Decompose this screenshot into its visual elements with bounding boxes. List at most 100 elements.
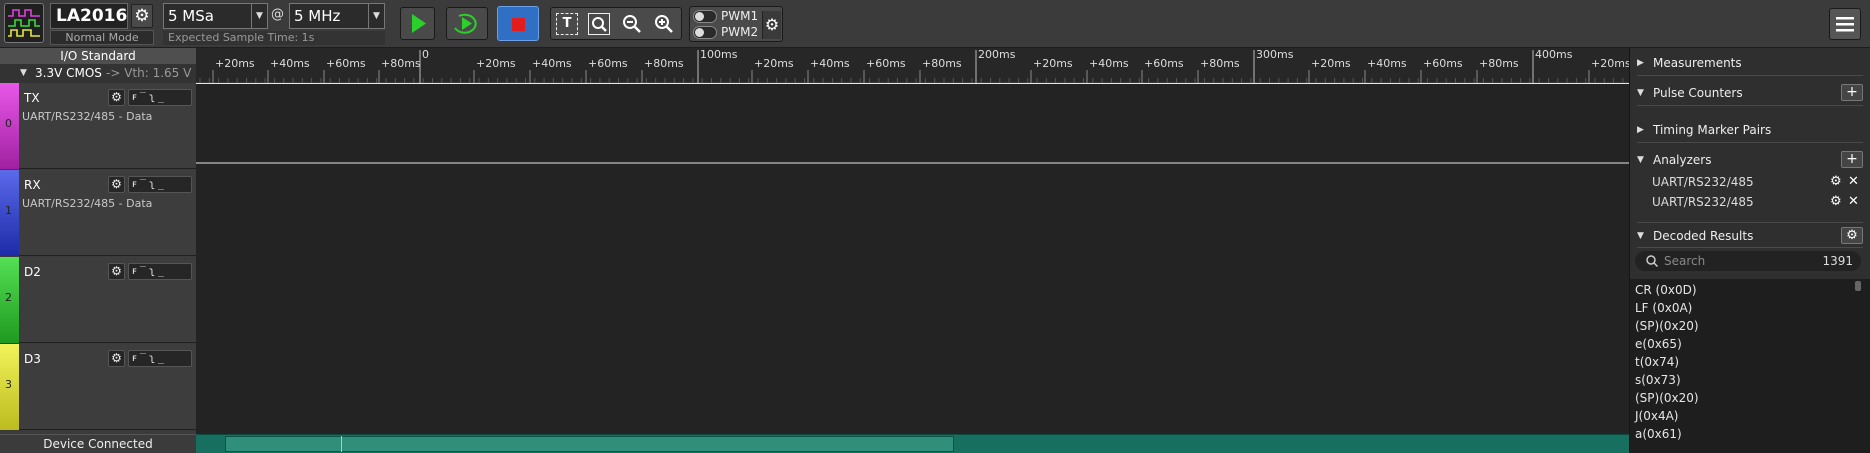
io-standard-value: 3.3V CMOS — [35, 66, 102, 80]
time-ruler-ticks: +20ms +40ms +60ms +80ms0+20ms +40ms +60ms +80m… — [199, 48, 1631, 83]
list-item[interactable]: t(0x74) — [1635, 355, 1679, 369]
channel-settings-gear-icon[interactable]: ⚙ — [108, 350, 125, 367]
section-label: Timing Marker Pairs — [1653, 123, 1772, 137]
chevron-down-icon: ▼ — [1637, 231, 1644, 241]
zoom-in-icon[interactable] — [653, 13, 675, 35]
trigger-selector[interactable]: ꜰ‾ʅ_ — [128, 263, 192, 280]
pwm1-toggle[interactable] — [693, 10, 717, 23]
io-standard-select[interactable]: ▼ 3.3V CMOS -> Vth: 1.65 V — [0, 65, 196, 83]
list-item[interactable]: LF (0x0A) — [1635, 301, 1692, 315]
measurements-section[interactable]: ▶ Measurements — [1637, 50, 1863, 76]
pulse-counters-section[interactable]: ▼ Pulse Counters + — [1637, 80, 1863, 106]
list-item[interactable]: e(0x65) — [1635, 337, 1682, 351]
add-analyzer-button[interactable]: + — [1841, 151, 1863, 168]
remove-analyzer-close-icon[interactable]: ✕ — [1848, 194, 1859, 209]
right-side-panel: ▶ Measurements ▼ Pulse Counters + ▶ Timing M… — [1629, 48, 1870, 453]
ruler-label: +20ms — [1311, 57, 1351, 70]
waveform-d3-signal — [196, 344, 1629, 430]
decoded-settings-gear-icon[interactable]: ⚙ — [1841, 227, 1863, 244]
waveform-d3[interactable] — [196, 344, 1629, 430]
channel-number: 1 — [5, 204, 12, 217]
timing-marker-pairs-section[interactable]: ▶ Timing Marker Pairs — [1637, 117, 1863, 143]
pwm2-toggle[interactable] — [693, 26, 717, 39]
device-mode: Normal Mode — [50, 30, 154, 45]
waveform-tx[interactable] — [196, 83, 1629, 169]
decoded-results-list[interactable]: CR (0x0D) LF (0x0A) (SP)(0x20) e(0x65) t… — [1630, 279, 1870, 453]
channel-row[interactable]: 2 D2 ⚙ ꜰ‾ʅ_ — [0, 257, 196, 343]
channel-row[interactable]: 3 D3 ⚙ ꜰ‾ʅ_ — [0, 344, 196, 430]
channel-name[interactable]: D2 — [24, 265, 41, 279]
waveform-rx[interactable] — [196, 170, 1629, 256]
remove-analyzer-close-icon[interactable]: ✕ — [1848, 174, 1859, 189]
result-count: 1391 — [1822, 254, 1853, 268]
ruler-label: +60ms — [1423, 57, 1463, 70]
section-label: Measurements — [1653, 56, 1742, 70]
waveform-rx-signal — [196, 170, 1629, 256]
analyzers-section[interactable]: ▼ Analyzers + — [1637, 147, 1863, 173]
loop-play-icon — [454, 13, 477, 34]
ruler-label: +20ms — [1591, 57, 1629, 70]
ruler-label: +60ms — [326, 57, 366, 70]
list-item[interactable]: CR (0x0D) — [1635, 283, 1697, 297]
pwm2-label: PWM2 — [721, 25, 759, 39]
waveform-d2[interactable] — [196, 257, 1629, 343]
waveform-d2-signal — [196, 257, 1629, 343]
add-pulse-counter-button[interactable]: + — [1841, 84, 1863, 101]
zoom-out-icon[interactable] — [621, 13, 643, 35]
zoom-fit-icon[interactable] — [588, 13, 610, 35]
analyzer-settings-gear-icon[interactable]: ⚙ — [1830, 174, 1842, 189]
device-status: Device Connected — [0, 434, 196, 453]
channel-panel: I/O Standard ▼ 3.3V CMOS -> Vth: 1.65 V … — [0, 48, 196, 453]
trigger-selector[interactable]: ꜰ‾ʅ_ — [128, 350, 192, 367]
ruler-label: +60ms — [866, 57, 906, 70]
repeat-start-button[interactable] — [446, 7, 488, 40]
channel-row[interactable]: 0 TX UART/RS232/485 - Data ⚙ ꜰ‾ʅ_ — [0, 83, 196, 169]
section-label: Pulse Counters — [1653, 86, 1743, 100]
stop-button[interactable] — [497, 6, 539, 41]
main-menu-button[interactable] — [1829, 8, 1861, 40]
overview-viewport-handle[interactable] — [225, 436, 954, 452]
list-item[interactable]: a(0x61) — [1635, 427, 1682, 441]
list-item[interactable]: (SP)(0x20) — [1635, 391, 1699, 405]
sample-rate-select[interactable]: 5 MHz ▼ — [289, 3, 385, 29]
channel-name[interactable]: RX — [24, 178, 41, 192]
analyzer-item[interactable]: UART/RS232/485 — [1652, 175, 1754, 189]
list-item[interactable]: (SP)(0x20) — [1635, 319, 1699, 333]
channel-settings-gear-icon[interactable]: ⚙ — [108, 176, 125, 193]
ruler-label: 100ms — [700, 48, 738, 61]
device-logo-icon[interactable] — [4, 3, 44, 43]
device-settings-gear-icon[interactable]: ⚙ — [131, 4, 153, 28]
ruler-label: +80ms — [922, 57, 962, 70]
time-ruler[interactable]: +20ms +40ms +60ms +80ms 0 +20ms +40ms +60ms +80m… — [196, 48, 1631, 83]
analyzer-name: UART/RS232/485 — [1652, 175, 1754, 189]
analyzer-settings-gear-icon[interactable]: ⚙ — [1830, 194, 1842, 209]
list-item[interactable]: s(0x73) — [1635, 373, 1681, 387]
channel-settings-gear-icon[interactable]: ⚙ — [108, 89, 125, 106]
results-scrollbar-thumb[interactable] — [1855, 281, 1861, 291]
ruler-label: +80ms — [644, 57, 684, 70]
chevron-down-icon: ▼ — [1637, 155, 1644, 165]
channel-settings-gear-icon[interactable]: ⚙ — [108, 263, 125, 280]
overview-scrollbar[interactable] — [196, 434, 1629, 453]
list-item[interactable]: J(0x4A) — [1635, 409, 1678, 423]
io-standard-title: I/O Standard — [0, 48, 196, 65]
sample-count-select[interactable]: 5 MSa ▼ — [163, 3, 268, 29]
decoded-results-section[interactable]: ▼ Decoded Results ⚙ — [1637, 222, 1863, 248]
trigger-selector[interactable]: ꜰ‾ʅ_ — [128, 89, 192, 106]
pwm-settings-gear-icon[interactable]: ⚙ — [762, 11, 781, 39]
play-icon — [412, 14, 426, 33]
decoded-search-box[interactable]: Search 1391 — [1635, 251, 1861, 271]
chevron-down-icon: ▼ — [368, 4, 384, 28]
ruler-label: +20ms — [215, 57, 255, 70]
channel-number: 2 — [5, 291, 12, 304]
search-placeholder: Search — [1664, 254, 1706, 268]
channel-row[interactable]: 1 RX UART/RS232/485 - Data ⚙ ꜰ‾ʅ_ — [0, 170, 196, 256]
trigger-selector[interactable]: ꜰ‾ʅ_ — [128, 176, 192, 193]
channel-name[interactable]: D3 — [24, 352, 41, 366]
analyzer-item[interactable]: UART/RS232/485 — [1652, 195, 1754, 209]
ruler-label: +60ms — [1144, 57, 1184, 70]
channel-number: 3 — [5, 378, 12, 391]
text-cursor-icon[interactable]: T — [556, 13, 578, 35]
channel-name[interactable]: TX — [24, 91, 40, 105]
start-button[interactable] — [400, 7, 435, 40]
